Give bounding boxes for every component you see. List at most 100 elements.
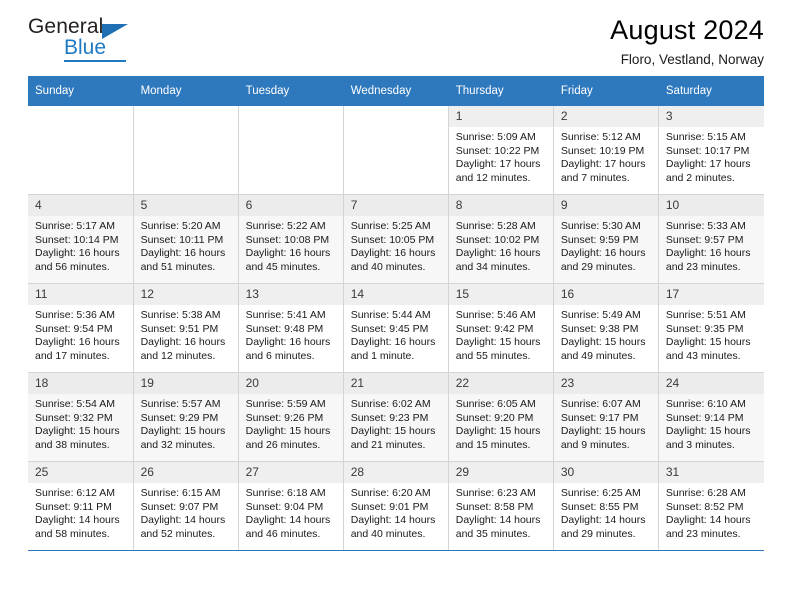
- calendar-day-cell-empty: [343, 106, 449, 195]
- day-number: 17: [658, 284, 764, 305]
- calendar-day-cell[interactable]: 24 Sunrise: 6:10 AM Sunset: 9:14 PM Dayligh…: [658, 372, 764, 462]
- calendar-day-cell[interactable]: 5 Sunrise: 5:20 AM Sunset: 10:11 PM Dayligh…: [133, 194, 239, 284]
- calendar-day-cell[interactable]: 6 Sunrise: 5:22 AM Sunset: 10:08 PM Dayligh…: [238, 194, 344, 284]
- calendar-day-cell[interactable]: 13 Sunrise: 5:41 AM Sunset: 9:48 PM Dayligh…: [238, 283, 344, 373]
- sunset-text: Sunset: 9:01 PM: [350, 500, 429, 513]
- day-number: 19: [133, 373, 238, 394]
- daylight-line2-text: and 56 minutes.: [35, 260, 110, 273]
- sunset-text: Sunset: 9:54 PM: [35, 322, 113, 335]
- calendar-day-cell[interactable]: 9 Sunrise: 5:30 AM Sunset: 9:59 PM Daylight…: [553, 194, 659, 284]
- calendar-day-cell[interactable]: 27 Sunrise: 6:18 AM Sunset: 9:04 PM Dayligh…: [238, 461, 344, 551]
- sunrise-text: Sunrise: 5:57 AM: [140, 398, 221, 410]
- day-details: Sunrise: 5:15 AM Sunset: 10:17 PM Daylight…: [659, 127, 764, 185]
- day-details: [239, 127, 343, 131]
- calendar-day-cell[interactable]: 14 Sunrise: 5:44 AM Sunset: 9:45 PM Dayligh…: [343, 283, 449, 373]
- day-number: 12: [133, 284, 238, 305]
- day-number: 31: [658, 462, 764, 483]
- sunrise-text: Sunrise: 6:05 AM: [455, 398, 536, 410]
- calendar-day-cell[interactable]: 31 Sunrise: 6:28 AM Sunset: 8:52 PM Dayligh…: [658, 461, 764, 551]
- day-number: [134, 106, 238, 127]
- calendar-day-cell[interactable]: 21 Sunrise: 6:02 AM Sunset: 9:23 PM Dayligh…: [343, 372, 449, 462]
- calendar-day-cell[interactable]: 25 Sunrise: 6:12 AM Sunset: 9:11 PM Dayligh…: [28, 461, 134, 551]
- calendar-day-cell[interactable]: 12 Sunrise: 5:38 AM Sunset: 9:51 PM Dayligh…: [133, 283, 239, 373]
- sunset-text: Sunset: 9:29 PM: [140, 411, 219, 424]
- daylight-line2-text: and 29 minutes.: [560, 260, 636, 273]
- logo-text-blue: Blue: [64, 37, 126, 62]
- sunset-text: Sunset: 8:55 PM: [560, 500, 639, 513]
- day-number: [344, 106, 448, 127]
- daylight-line2-text: and 34 minutes.: [455, 260, 531, 273]
- day-number: 5: [133, 195, 238, 216]
- daylight-line2-text: and 46 minutes.: [245, 527, 321, 540]
- day-number: 13: [238, 284, 343, 305]
- calendar-body: 1 Sunrise: 5:09 AM Sunset: 10:22 PM Dayligh…: [28, 106, 764, 551]
- sunset-text: Sunset: 9:23 PM: [350, 411, 429, 424]
- calendar-day-cell[interactable]: 1 Sunrise: 5:09 AM Sunset: 10:22 PM Dayligh…: [448, 106, 554, 195]
- sunset-text: Sunset: 10:22 PM: [455, 144, 540, 157]
- calendar-day-cell[interactable]: 22 Sunrise: 6:05 AM Sunset: 9:20 PM Dayligh…: [448, 372, 554, 462]
- calendar-day-cell[interactable]: 17 Sunrise: 5:51 AM Sunset: 9:35 PM Dayligh…: [658, 283, 764, 373]
- day-number: 20: [238, 373, 343, 394]
- day-number: 15: [448, 284, 553, 305]
- calendar-day-cell[interactable]: 19 Sunrise: 5:57 AM Sunset: 9:29 PM Dayligh…: [133, 372, 239, 462]
- calendar-day-cell[interactable]: 11 Sunrise: 5:36 AM Sunset: 9:54 PM Dayligh…: [28, 283, 134, 373]
- daylight-line1-text: Daylight: 15 hours: [560, 425, 646, 437]
- sunset-text: Sunset: 8:52 PM: [665, 500, 744, 513]
- daylight-line2-text: and 40 minutes.: [350, 527, 426, 540]
- daylight-line2-text: and 38 minutes.: [35, 438, 110, 451]
- sunset-text: Sunset: 9:45 PM: [350, 322, 429, 335]
- calendar-day-cell[interactable]: 3 Sunrise: 5:15 AM Sunset: 10:17 PM Dayligh…: [658, 106, 764, 195]
- day-number: 6: [238, 195, 343, 216]
- sunrise-text: Sunrise: 5:44 AM: [350, 309, 431, 321]
- calendar-day-cell[interactable]: 15 Sunrise: 5:46 AM Sunset: 9:42 PM Dayligh…: [448, 283, 554, 373]
- day-details: Sunrise: 5:20 AM Sunset: 10:11 PM Daylight…: [134, 216, 238, 274]
- sunset-text: Sunset: 9:11 PM: [35, 500, 112, 513]
- calendar-day-cell[interactable]: 16 Sunrise: 5:49 AM Sunset: 9:38 PM Dayligh…: [553, 283, 659, 373]
- day-number: 25: [28, 462, 133, 483]
- calendar-day-cell[interactable]: 18 Sunrise: 5:54 AM Sunset: 9:32 PM Dayligh…: [28, 372, 134, 462]
- sunrise-text: Sunrise: 5:25 AM: [350, 220, 431, 232]
- sunset-text: Sunset: 9:26 PM: [245, 411, 324, 424]
- day-details: Sunrise: 5:22 AM Sunset: 10:08 PM Daylight…: [239, 216, 343, 274]
- calendar-day-cell[interactable]: 23 Sunrise: 6:07 AM Sunset: 9:17 PM Dayligh…: [553, 372, 659, 462]
- calendar-day-cell[interactable]: 29 Sunrise: 6:23 AM Sunset: 8:58 PM Dayligh…: [448, 461, 554, 551]
- day-details: Sunrise: 5:17 AM Sunset: 10:14 PM Daylight…: [28, 216, 133, 274]
- calendar-day-cell[interactable]: 28 Sunrise: 6:20 AM Sunset: 9:01 PM Dayligh…: [343, 461, 449, 551]
- daylight-line1-text: Daylight: 15 hours: [455, 336, 541, 348]
- calendar-day-cell[interactable]: 30 Sunrise: 6:25 AM Sunset: 8:55 PM Dayligh…: [553, 461, 659, 551]
- sunset-text: Sunset: 10:11 PM: [140, 233, 224, 246]
- sunset-text: Sunset: 10:02 PM: [455, 233, 540, 246]
- daylight-line1-text: Daylight: 14 hours: [665, 514, 751, 526]
- daylight-line1-text: Daylight: 16 hours: [455, 247, 541, 259]
- weekday-header-saturday: Saturday: [658, 76, 765, 106]
- calendar-week-row: 25 Sunrise: 6:12 AM Sunset: 9:11 PM Dayligh…: [28, 461, 764, 551]
- daylight-line2-text: and 58 minutes.: [35, 527, 110, 540]
- daylight-line2-text: and 45 minutes.: [245, 260, 321, 273]
- weekday-header-friday: Friday: [553, 76, 659, 106]
- day-details: Sunrise: 5:25 AM Sunset: 10:05 PM Daylight…: [344, 216, 448, 274]
- calendar-day-cell[interactable]: 2 Sunrise: 5:12 AM Sunset: 10:19 PM Dayligh…: [553, 106, 659, 195]
- daylight-line1-text: Daylight: 17 hours: [665, 158, 751, 170]
- sunset-text: Sunset: 9:38 PM: [560, 322, 639, 335]
- daylight-line1-text: Daylight: 17 hours: [455, 158, 541, 170]
- day-details: Sunrise: 5:51 AM Sunset: 9:35 PM Daylight:…: [659, 305, 764, 363]
- sunrise-text: Sunrise: 5:41 AM: [245, 309, 326, 321]
- sunrise-text: Sunrise: 6:10 AM: [665, 398, 746, 410]
- calendar-day-cell[interactable]: 8 Sunrise: 5:28 AM Sunset: 10:02 PM Dayligh…: [448, 194, 554, 284]
- sunset-text: Sunset: 9:51 PM: [140, 322, 219, 335]
- daylight-line1-text: Daylight: 14 hours: [35, 514, 120, 526]
- calendar-day-cell[interactable]: 20 Sunrise: 5:59 AM Sunset: 9:26 PM Dayligh…: [238, 372, 344, 462]
- general-blue-logo[interactable]: General Blue: [28, 12, 178, 70]
- daylight-line1-text: Daylight: 15 hours: [140, 425, 226, 437]
- daylight-line2-text: and 55 minutes.: [455, 349, 531, 362]
- sunrise-text: Sunrise: 6:02 AM: [350, 398, 431, 410]
- calendar-day-cell[interactable]: 10 Sunrise: 5:33 AM Sunset: 9:57 PM Dayligh…: [658, 194, 764, 284]
- sunset-text: Sunset: 9:48 PM: [245, 322, 324, 335]
- calendar-day-cell[interactable]: 7 Sunrise: 5:25 AM Sunset: 10:05 PM Dayligh…: [343, 194, 449, 284]
- calendar-day-cell[interactable]: 4 Sunrise: 5:17 AM Sunset: 10:14 PM Dayligh…: [28, 194, 134, 284]
- sunrise-text: Sunrise: 5:36 AM: [35, 309, 115, 321]
- day-details: Sunrise: 5:49 AM Sunset: 9:38 PM Daylight:…: [554, 305, 658, 363]
- calendar-day-cell[interactable]: 26 Sunrise: 6:15 AM Sunset: 9:07 PM Dayligh…: [133, 461, 239, 551]
- sunset-text: Sunset: 9:42 PM: [455, 322, 534, 335]
- sunrise-text: Sunrise: 6:15 AM: [140, 487, 221, 499]
